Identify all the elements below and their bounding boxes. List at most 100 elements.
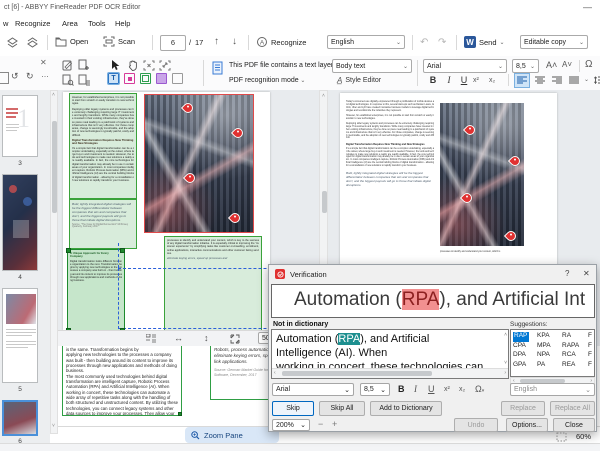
underline-button[interactable]: U: [457, 75, 471, 85]
area-resize-handle[interactable]: [178, 412, 182, 416]
rotate-right-icon[interactable]: ↻: [26, 71, 34, 82]
collapse-panes-icon[interactable]: [6, 36, 19, 49]
suggestion-item[interactable]: F: [588, 361, 594, 371]
font-name-select[interactable]: Arial ⌄: [423, 59, 507, 73]
page-thumbnail-selected[interactable]: [2, 400, 38, 436]
decrease-font-icon[interactable]: A˅: [562, 60, 572, 69]
zoom-in-button[interactable]: +: [332, 419, 337, 429]
pages-scrollbar[interactable]: ˄ ˅: [50, 90, 58, 434]
scrollbar-thumb[interactable]: [52, 121, 57, 213]
document-page-image[interactable]: However, for established enterprises, it…: [63, 92, 270, 330]
page-thumbnail[interactable]: [2, 174, 38, 271]
menu-item-tools[interactable]: Tools: [88, 19, 106, 28]
analyze-page-icon[interactable]: [62, 74, 74, 86]
language-select[interactable]: English ⌄: [327, 35, 405, 49]
increase-font-icon[interactable]: A˄: [546, 60, 557, 70]
special-symbol-icon[interactable]: Ω: [585, 59, 592, 70]
scroll-up-icon[interactable]: ˄: [52, 92, 55, 98]
scroll-up-icon[interactable]: ˄: [504, 332, 507, 338]
zoom-out-button[interactable]: −: [318, 419, 323, 429]
zoom-pane-button[interactable]: Zoom Pane: [185, 427, 279, 443]
horizontal-scrollbar[interactable]: ‹ ›: [272, 368, 508, 378]
dialog-symbol-button[interactable]: Ω▾: [475, 384, 484, 394]
resize-area-icon[interactable]: [159, 60, 171, 71]
dialog-help-button[interactable]: ?: [565, 269, 569, 278]
area-resize-handle[interactable]: [66, 248, 71, 253]
suggestion-item[interactable]: GPA: [513, 361, 537, 371]
recognize-button[interactable]: A Recognize: [256, 36, 306, 48]
menu-item-area[interactable]: Area: [62, 19, 78, 28]
add-page-icon[interactable]: [78, 59, 90, 71]
superscript-button[interactable]: x²: [473, 77, 479, 84]
undo-button[interactable]: Undo: [454, 418, 498, 432]
recognition-area-tool[interactable]: [172, 73, 183, 84]
suggestion-item[interactable]: MPA: [537, 342, 562, 352]
close-button[interactable]: Close: [553, 418, 595, 432]
text-area-region[interactable]: processes to identify and understand you…: [164, 236, 262, 330]
dialog-font-name-select[interactable]: Arial ⌄: [272, 383, 354, 396]
suggestion-item[interactable]: F: [588, 332, 594, 342]
suggestions-list[interactable]: RAP KPA RA F CPA MPA RAPA F DPA NPA RCA …: [510, 329, 595, 377]
dialog-close-icon[interactable]: ✕: [583, 269, 590, 278]
suggestion-item[interactable]: KPA: [537, 332, 562, 342]
selection-mode-icon[interactable]: [556, 432, 567, 442]
replace-all-button[interactable]: Replace All: [550, 401, 595, 416]
suggestion-item[interactable]: F: [588, 351, 594, 361]
options-button[interactable]: Options...: [506, 418, 548, 432]
select-cursor-icon[interactable]: [110, 59, 121, 71]
suggestion-item[interactable]: REA: [562, 361, 588, 371]
previous-page-icon[interactable]: ↑: [214, 37, 219, 47]
more-tools-icon[interactable]: …: [41, 70, 50, 79]
suggestion-item[interactable]: F: [588, 342, 594, 352]
fit-page-icon[interactable]: [230, 334, 240, 344]
close-pages-panel-icon[interactable]: ✕: [40, 58, 47, 67]
suggestion-item[interactable]: PA: [537, 361, 562, 371]
text-area-region[interactable]: However, for established enterprises, it…: [69, 93, 137, 199]
delete-area-icon[interactable]: [143, 60, 155, 71]
dialog-text-editor[interactable]: Automation (RPA), and Artificial Intelli…: [271, 329, 509, 379]
suggestion-item[interactable]: RA: [562, 332, 588, 342]
font-size-select[interactable]: 8,5 ⌄: [512, 59, 539, 73]
background-picture-area-tool[interactable]: [156, 73, 167, 84]
fit-height-icon[interactable]: ↕: [204, 333, 209, 343]
pan-hand-icon[interactable]: [127, 59, 139, 71]
subscript-button[interactable]: x₂: [489, 77, 495, 84]
align-right-button[interactable]: [550, 74, 564, 87]
align-center-button[interactable]: [533, 74, 547, 87]
style-editor-button[interactable]: A̲ Style Editor: [337, 76, 381, 85]
page-thumbnail[interactable]: [2, 288, 38, 383]
suggestion-item[interactable]: DPA: [513, 351, 537, 361]
italic-button[interactable]: I: [442, 75, 456, 85]
suggestion-item[interactable]: NPA: [537, 351, 562, 361]
suggestion-item[interactable]: RAPA: [562, 342, 588, 352]
export-mode-select[interactable]: Editable copy ⌄: [520, 35, 588, 49]
page-thumbnail[interactable]: 1: [2, 95, 38, 157]
align-left-button[interactable]: [514, 73, 530, 88]
menu-item-recognize[interactable]: Recognize: [15, 19, 50, 28]
scan-button[interactable]: Scan: [103, 36, 135, 47]
suggestion-item[interactable]: RCA: [562, 351, 588, 361]
area-resize-handle[interactable]: [120, 328, 125, 330]
undo-icon[interactable]: ↶: [420, 37, 428, 48]
selected-text-area-region[interactable]: A Unique Approach for Every Company Digi…: [67, 249, 125, 330]
read-page-icon[interactable]: [78, 74, 90, 86]
dialog-title-bar[interactable]: Verification ? ✕: [269, 265, 596, 283]
table-area-tool[interactable]: [140, 73, 151, 84]
text-area-region[interactable]: Bold, tightly integrated digital strateg…: [69, 199, 137, 249]
scrollbar-thumb[interactable]: [282, 371, 432, 376]
page-number-input[interactable]: 6: [160, 35, 186, 51]
add-to-dictionary-button[interactable]: Add to Dictionary: [370, 401, 442, 416]
scroll-left-icon[interactable]: ‹: [274, 370, 276, 376]
skip-all-button[interactable]: Skip All: [319, 401, 365, 416]
send-to-word-button[interactable]: W Send ⌄: [464, 36, 505, 48]
bold-button[interactable]: B: [426, 75, 440, 85]
area-resize-handle[interactable]: [120, 248, 125, 253]
scroll-down-icon[interactable]: ˅: [52, 423, 55, 429]
expand-panes-icon[interactable]: [26, 36, 39, 49]
skip-button[interactable]: Skip: [272, 401, 314, 416]
scroll-up-icon[interactable]: ˄: [322, 93, 325, 99]
picture-area-tool[interactable]: [124, 73, 135, 84]
area-resize-handle[interactable]: [66, 328, 71, 330]
picture-area-region[interactable]: [144, 94, 254, 233]
fit-width-icon[interactable]: ↔: [174, 333, 183, 343]
